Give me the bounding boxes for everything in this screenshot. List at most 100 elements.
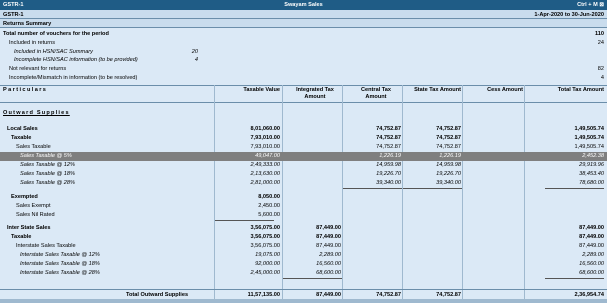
window-controls[interactable]: Ctrl + M ⊠	[577, 2, 604, 8]
cell-taxable-value: 3,56,075.00	[250, 234, 280, 241]
summary-row-not-relevant[interactable]: Not relevant for returns 82	[0, 65, 607, 73]
subtotal-underline	[283, 278, 342, 279]
summary-label: Not relevant for returns	[9, 66, 67, 72]
cell-taxable-value: 3,56,075.00	[250, 243, 280, 250]
row-interstate-taxable-12[interactable]: Interstate Sales Taxable @ 12% 19,075.00…	[0, 251, 607, 260]
col-particulars: Particulars	[3, 87, 48, 93]
cell-total-tax: 2,289.00	[582, 252, 604, 259]
summary-label: Included in HSN/SAC Summary	[14, 49, 93, 55]
cell-taxable-value: 49,047.00	[255, 153, 280, 160]
row-label: Sales Nil Rated	[16, 212, 55, 219]
summary-row-mismatch[interactable]: Incomplete/Mismatch in information (to b…	[0, 74, 607, 82]
report-period[interactable]: 1-Apr-2020 to 30-Jun-2020	[534, 12, 604, 18]
total-taxable-value: 11,57,135.00	[247, 292, 280, 298]
row-inter-taxable[interactable]: Taxable 3,56,075.00 87,449.00 87,449.00	[0, 233, 607, 242]
column-header: Particulars Taxable Value Integrated Tax…	[0, 85, 607, 103]
cell-taxable-value: 7,93,010.00	[250, 135, 280, 142]
subtotal-underline	[403, 188, 462, 189]
row-label: Sales Taxable @ 12%	[20, 162, 75, 169]
returns-summary-label: Returns Summary	[3, 20, 52, 27]
cell-integrated-tax: 2,289.00	[319, 252, 341, 259]
row-label: Sales Taxable @ 5%	[20, 153, 72, 160]
col-state-tax: State Tax Amount	[414, 87, 461, 93]
row-sales-taxable[interactable]: Sales Taxable 7,93,010.00 74,752.87 74,7…	[0, 143, 607, 152]
cell-total-tax: 16,560.00	[579, 261, 604, 268]
cell-integrated-tax: 87,449.00	[316, 225, 341, 232]
cell-central-tax: 74,752.87	[376, 135, 401, 142]
cell-total-tax: 1,49,505.74	[574, 135, 604, 142]
cell-total-tax: 87,449.00	[579, 225, 604, 232]
summary-value: 24	[597, 40, 604, 46]
shortcut-label[interactable]: Ctrl + M	[577, 2, 598, 8]
cell-taxable-value: 7,93,010.00	[250, 144, 280, 151]
row-sales-nil-rated[interactable]: Sales Nil Rated 5,600.00	[0, 211, 607, 220]
subtotal-underline	[343, 188, 402, 189]
cell-total-tax: 29,919.96	[579, 162, 604, 169]
row-interstate-sales-taxable[interactable]: Interstate Sales Taxable 3,56,075.00 87,…	[0, 242, 607, 251]
cell-central-tax: 74,752.87	[376, 126, 401, 133]
cell-taxable-value: 8,01,060.00	[250, 126, 280, 133]
summary-label: Incomplete/Mismatch in information (to b…	[9, 75, 138, 81]
cell-taxable-value: 2,13,630.00	[250, 171, 280, 178]
row-local-sales[interactable]: Local Sales 8,01,060.00 74,752.87 74,752…	[0, 125, 607, 134]
cell-total-tax: 87,449.00	[579, 243, 604, 250]
title-bar: GSTR-1 Swayam Sales Ctrl + M ⊠	[0, 0, 607, 10]
summary-label: Included in returns	[9, 40, 56, 46]
section-title: Outward Supplies	[3, 110, 70, 116]
cell-central-tax: 19,226.70	[376, 171, 401, 178]
total-label: Total Outward Supplies	[126, 292, 189, 298]
col-central-tax: Central Tax Amount	[351, 87, 401, 101]
row-label: Interstate Sales Taxable @ 18%	[20, 261, 100, 268]
col-total-tax: Total Tax Amount	[557, 87, 604, 93]
total-outward-supplies-row[interactable]: Total Outward Supplies 11,57,135.00 87,4…	[0, 289, 607, 299]
summary-value: 82	[597, 66, 604, 72]
summary-value: 110	[594, 31, 604, 37]
cell-integrated-tax: 87,449.00	[316, 234, 341, 241]
row-interstate-taxable-18[interactable]: Interstate Sales Taxable @ 18% 92,000.00…	[0, 260, 607, 269]
row-inter-state-sales[interactable]: Inter State Sales 3,56,075.00 87,449.00 …	[0, 224, 607, 233]
cell-total-tax: 87,449.00	[579, 234, 604, 241]
cell-total-tax: 68,600.00	[579, 270, 604, 277]
cell-state-tax: 1,226.19	[439, 153, 461, 160]
row-sales-taxable-28[interactable]: Sales Taxable @ 28% 2,81,000.00 39,340.0…	[0, 179, 607, 188]
cell-taxable-value: 2,81,000.00	[250, 180, 280, 187]
subtotal-underline	[545, 278, 604, 279]
col-integrated-tax: Integrated Tax Amount	[289, 87, 341, 101]
cell-taxable-value: 2,49,333.00	[250, 162, 280, 169]
row-label: Taxable	[11, 234, 32, 241]
row-label: Interstate Sales Taxable	[16, 243, 76, 250]
report-name: GSTR-1	[3, 11, 24, 18]
row-sales-taxable-5-selected[interactable]: Sales Taxable @ 5% 49,047.00 1,226.19 1,…	[0, 152, 607, 161]
cell-central-tax: 74,752.87	[376, 144, 401, 151]
cell-taxable-value: 3,56,075.00	[250, 225, 280, 232]
cell-state-tax: 74,752.87	[436, 144, 461, 151]
cell-state-tax: 74,752.87	[436, 135, 461, 142]
row-label: Local Sales	[7, 126, 38, 133]
col-integrated-tax-line1: Integrated Tax	[296, 87, 334, 93]
subtotal-underline	[545, 188, 604, 189]
bottom-scrollbar[interactable]	[0, 299, 607, 303]
row-sales-taxable-12[interactable]: Sales Taxable @ 12% 2,49,333.00 14,959.9…	[0, 161, 607, 170]
col-integrated-tax-line2: Amount	[304, 94, 326, 100]
close-icon[interactable]: ⊠	[599, 2, 604, 8]
row-sales-exempt[interactable]: Sales Exempt 2,450.00	[0, 202, 607, 211]
row-sales-taxable-18[interactable]: Sales Taxable @ 18% 2,13,630.00 19,226.7…	[0, 170, 607, 179]
cell-taxable-value: 19,075.00	[255, 252, 280, 259]
cell-integrated-tax: 16,560.00	[316, 261, 341, 268]
summary-row-total-vouchers[interactable]: Total number of vouchers for the period …	[0, 30, 607, 38]
col-central-tax-line2: Amount	[365, 94, 387, 100]
summary-row-incomplete-hsn[interactable]: Incomplete HSN/SAC information (to be pr…	[0, 56, 607, 64]
row-label: Taxable	[11, 135, 32, 142]
summary-value: 20	[191, 49, 198, 55]
row-exempted[interactable]: Exempted 8,050.00	[0, 193, 607, 202]
summary-value: 4	[600, 75, 604, 81]
summary-row-included[interactable]: Included in returns 24	[0, 39, 607, 47]
summary-row-hsn[interactable]: Included in HSN/SAC Summary 20	[0, 48, 607, 56]
row-label: Sales Taxable @ 28%	[20, 180, 75, 187]
row-label: Interstate Sales Taxable @ 12%	[20, 252, 100, 259]
cell-taxable-value: 92,000.00	[255, 261, 280, 268]
total-state-tax: 74,752.87	[436, 292, 461, 298]
row-label: Sales Taxable @ 18%	[20, 171, 75, 178]
row-local-taxable[interactable]: Taxable 7,93,010.00 74,752.87 74,752.87 …	[0, 134, 607, 143]
row-interstate-taxable-28[interactable]: Interstate Sales Taxable @ 28% 2,45,000.…	[0, 269, 607, 278]
